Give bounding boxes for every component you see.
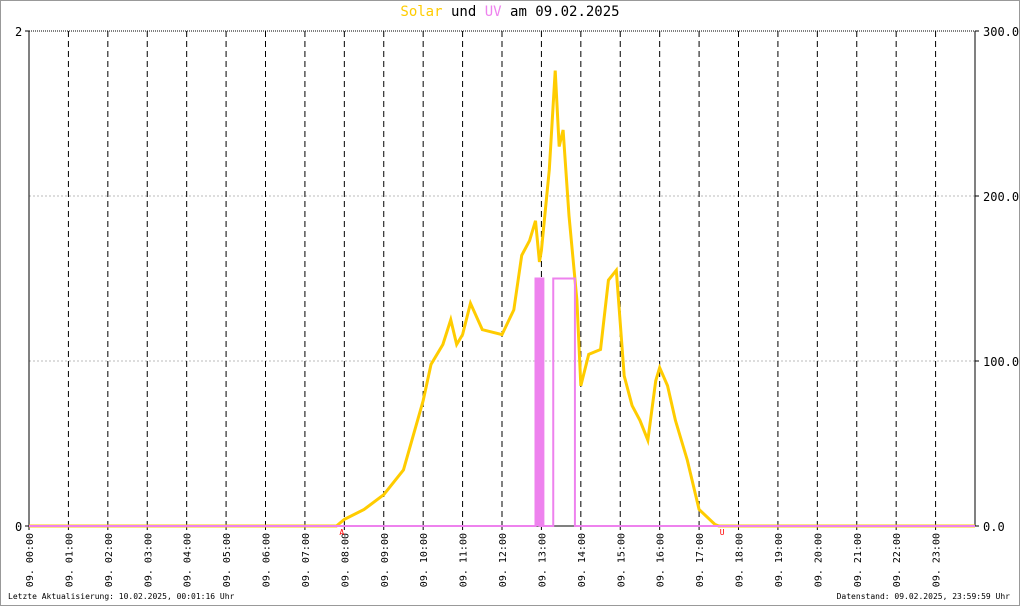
x-tick-label: 09. 17:00 <box>695 533 706 587</box>
x-tick-label: 09. 12:00 <box>498 533 509 587</box>
x-tick-label: 09. 21:00 <box>853 533 864 587</box>
left-tick-label: 2 <box>15 25 22 39</box>
x-tick-label: 09. 18:00 <box>735 533 746 587</box>
x-tick-label: 09. 01:00 <box>64 533 75 587</box>
solar-line <box>29 70 975 528</box>
x-tick-label: 09. 11:00 <box>459 533 470 587</box>
right-tick-label: 300.0 <box>983 25 1019 39</box>
left-tick-label: 0 <box>15 520 22 534</box>
sunset-marker: U <box>720 528 725 537</box>
x-tick-label: 09. 07:00 <box>301 533 312 587</box>
right-tick-label: 100.0 <box>983 355 1019 369</box>
x-tick-label: 09. 00:00 <box>25 533 36 587</box>
x-tick-label: 09. 04:00 <box>183 533 194 587</box>
right-tick-label: 200.0 <box>983 190 1019 204</box>
x-tick-label: 09. 19:00 <box>774 533 785 587</box>
x-tick-label: 09. 08:00 <box>340 533 351 587</box>
x-tick-label: 09. 03:00 <box>143 533 154 587</box>
data-timestamp: Datenstand: 09.02.2025, 23:59:59 Uhr <box>836 592 1010 601</box>
x-tick-label: 09. 10:00 <box>419 533 430 587</box>
x-tick-label: 09. 15:00 <box>616 533 627 587</box>
x-tick-label: 09. 14:00 <box>577 533 588 587</box>
x-tick-label: 09. 22:00 <box>892 533 903 587</box>
x-tick-label: 09. 16:00 <box>656 533 667 587</box>
sunrise-marker: A <box>339 528 344 537</box>
last-update: Letzte Aktualisierung: 10.02.2025, 00:01… <box>8 592 235 601</box>
chart-svg: 09. 00:00 09. 01:00 09. 02:00 09. 03:00 09. … <box>15 25 1019 587</box>
x-tick-label: 09. 23:00 <box>932 533 943 587</box>
x-tick-label: 09. 02:00 <box>104 533 115 587</box>
x-tick-label: 09. 13:00 <box>537 533 548 587</box>
x-tick-label: 09. 06:00 <box>262 533 273 587</box>
right-tick-label: 0.0 <box>983 520 1005 534</box>
x-tick-label: 09. 20:00 <box>813 533 824 587</box>
x-tick-label: 09. 09:00 <box>380 533 391 587</box>
x-tick-label: 09. 05:00 <box>222 533 233 587</box>
